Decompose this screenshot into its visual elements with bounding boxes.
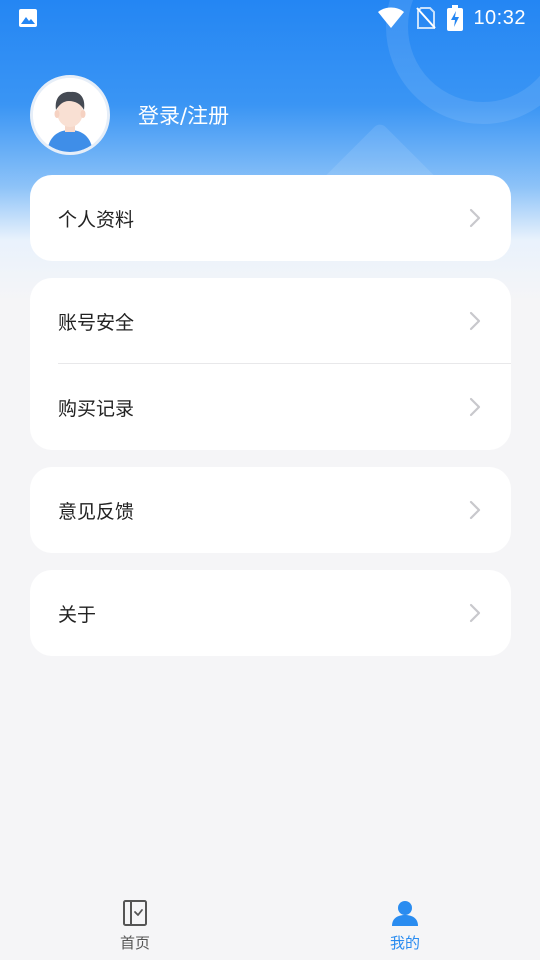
menu-item-label: 关于 [58,603,97,626]
no-sim-icon [416,7,437,29]
chevron-right-icon [469,500,481,520]
about-card: 关于 [30,570,511,656]
default-avatar-icon [33,78,107,152]
feedback-card: 意见反馈 [30,467,511,553]
chevron-right-icon [469,397,481,417]
book-icon [123,900,147,926]
person-icon [392,901,418,926]
menu-item-feedback[interactable]: 意见反馈 [30,467,511,553]
gallery-icon [19,9,37,27]
chevron-right-icon [469,208,481,228]
tab-mine[interactable]: 我的 [270,888,540,960]
bottom-tab-bar: 首页 我的 [0,888,540,960]
battery-charging-icon [447,5,464,31]
login-register-link[interactable]: 登录/注册 [138,100,229,130]
status-time: 10:32 [473,6,526,29]
mine-page: 10:32 登录/注册 个人资料 账号安全 购买记录 意见反馈 关于 首页 我的 [0,0,540,960]
wifi-icon [378,7,405,28]
chevron-right-icon [469,603,481,623]
menu-item-personal-info[interactable]: 个人资料 [30,175,511,261]
account-card: 账号安全 购买记录 [30,278,511,450]
tab-home-label: 首页 [119,934,150,952]
menu-item-label: 购买记录 [58,397,135,420]
menu-item-label: 账号安全 [58,311,135,334]
menu-item-label: 个人资料 [58,208,135,231]
profile-header[interactable]: 登录/注册 [30,72,229,158]
menu-item-about[interactable]: 关于 [30,570,511,656]
status-bar: 10:32 [0,0,540,36]
avatar[interactable] [30,75,110,155]
menu-item-account-security[interactable]: 账号安全 [30,278,511,364]
tab-home[interactable]: 首页 [0,888,270,960]
tab-mine-label: 我的 [389,934,420,952]
menu-item-label: 意见反馈 [58,500,135,523]
personal-card: 个人资料 [30,175,511,261]
menu-item-purchase-history[interactable]: 购买记录 [30,364,511,450]
chevron-right-icon [469,311,481,331]
